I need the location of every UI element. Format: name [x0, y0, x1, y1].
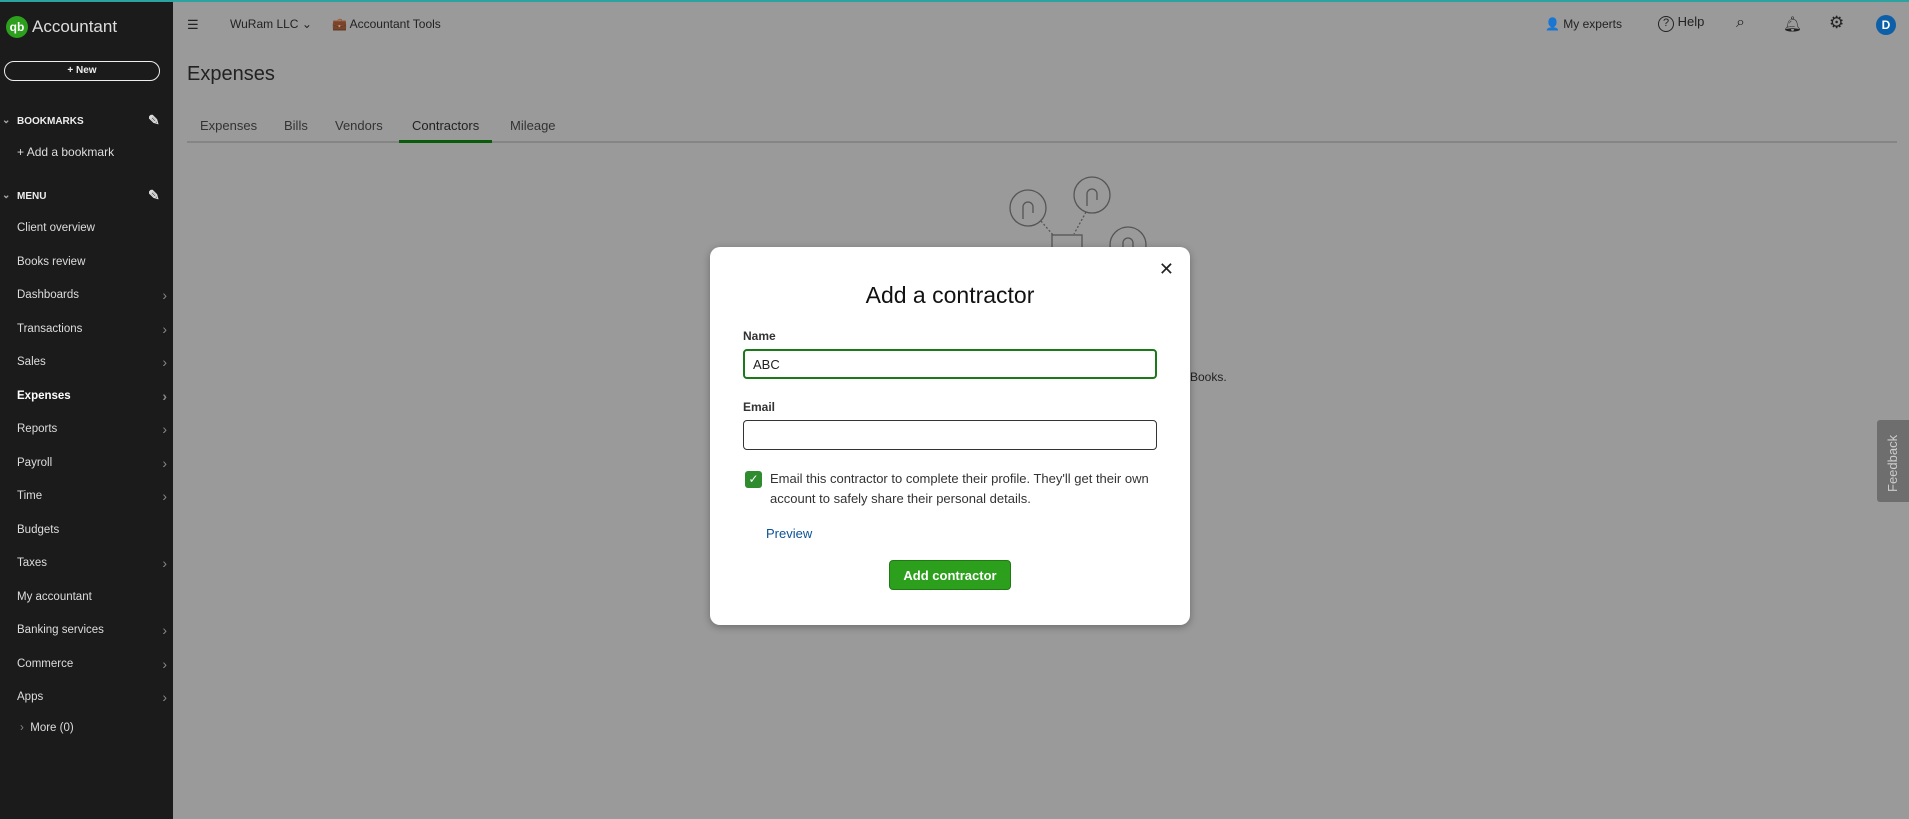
- sidebar-item-transactions[interactable]: Transactions ›: [17, 320, 167, 337]
- qb-logo-icon: qb: [6, 16, 28, 38]
- sidebar-item-sales[interactable]: Sales ›: [17, 354, 167, 370]
- add-contractor-dialog: ✕ Add a contractor Name Email ✓ Email th…: [710, 247, 1190, 625]
- sidebar-item-my-accountant[interactable]: My accountant: [17, 591, 167, 603]
- sidebar-item-banking-services[interactable]: Banking services ›: [17, 622, 167, 638]
- chevron-right-icon: ›: [162, 689, 167, 705]
- chevron-down-icon: ⌄: [2, 115, 11, 126]
- sidebar-item-taxes[interactable]: Taxes ›: [17, 555, 167, 571]
- pencil-icon[interactable]: ✎: [148, 187, 160, 204]
- chevron-down-icon: ⌄: [301, 17, 312, 31]
- top-bar: ☰ WuRam LLC ⌄ 💼 Accountant Tools 👤 My ex…: [173, 2, 1909, 50]
- pencil-icon[interactable]: ✎: [148, 112, 160, 129]
- feedback-tab[interactable]: Feedback: [1877, 420, 1909, 502]
- tab-bills[interactable]: Bills: [284, 118, 308, 133]
- chevron-right-icon: ›: [20, 722, 31, 734]
- help-button[interactable]: ? Help: [1658, 14, 1704, 32]
- add-bookmark[interactable]: + Add a bookmark: [17, 145, 114, 159]
- sidebar-item-label: My accountant: [17, 590, 92, 603]
- sidebar-item-time[interactable]: Time ›: [17, 488, 167, 504]
- chevron-right-icon: ›: [162, 320, 167, 337]
- sidebar-item-payroll[interactable]: Payroll ›: [17, 454, 167, 471]
- my-experts-label: My experts: [1563, 17, 1622, 31]
- app-logo[interactable]: qb Accountant: [6, 16, 117, 38]
- sidebar-item-commerce[interactable]: Commerce ›: [17, 655, 167, 672]
- tab-expenses[interactable]: Expenses: [200, 118, 257, 133]
- chevron-right-icon: ›: [162, 387, 167, 404]
- sidebar-item-label: Books review: [17, 255, 86, 268]
- empty-state-text: Books.: [1190, 370, 1227, 384]
- search-icon[interactable]: ⌕: [1736, 14, 1745, 32]
- accountant-tools-label: Accountant Tools: [349, 17, 441, 31]
- sidebar-item-apps[interactable]: Apps ›: [17, 689, 167, 705]
- add-bookmark-label: Add a bookmark: [26, 145, 115, 159]
- feedback-label: Feedback: [1885, 434, 1900, 492]
- briefcase-icon: 💼: [332, 17, 347, 31]
- tab-contractors[interactable]: Contractors: [399, 118, 493, 143]
- sidebar-item-label: Banking services: [17, 624, 104, 636]
- sidebar-item-label: Payroll: [17, 456, 53, 469]
- sidebar-item-label: Taxes: [17, 557, 48, 569]
- sidebar-item-more[interactable]: › More (0): [20, 722, 170, 734]
- preview-link[interactable]: Preview: [766, 526, 812, 541]
- sidebar-item-label: Commerce: [17, 657, 74, 670]
- bookmarks-label: BOOKMARKS: [17, 116, 84, 127]
- sidebar-item-reports[interactable]: Reports ›: [17, 421, 167, 437]
- company-switcher[interactable]: WuRam LLC ⌄: [230, 17, 312, 31]
- sidebar-item-label: Dashboards: [17, 289, 80, 301]
- sidebar-item-expenses[interactable]: Expenses ›: [17, 387, 167, 404]
- help-label: Help: [1677, 14, 1705, 29]
- checkmark-icon: ✓: [748, 472, 759, 486]
- app-name: Accountant: [32, 17, 118, 36]
- sidebar-item-label: Transactions: [17, 322, 83, 335]
- sidebar-item-label: Time: [17, 490, 43, 502]
- sidebar: qb Accountant + New ⌄ BOOKMARKS ✎ + Add …: [0, 2, 173, 819]
- chevron-right-icon: ›: [162, 555, 167, 571]
- sidebar-item-client-overview[interactable]: Client overview: [17, 222, 167, 234]
- dialog-title: Add a contractor: [865, 282, 1035, 308]
- collapse-menu-icon[interactable]: ☰: [187, 17, 199, 33]
- plus-icon: +: [17, 145, 27, 159]
- new-button[interactable]: + New: [4, 61, 160, 81]
- sidebar-item-books-review[interactable]: Books review: [17, 256, 167, 268]
- close-icon[interactable]: ✕: [1159, 259, 1174, 280]
- page-title: Expenses: [187, 63, 275, 85]
- chevron-down-icon: ⌄: [2, 190, 11, 201]
- checkbox-label: Email this contractor to complete their …: [770, 471, 1149, 506]
- email-input[interactable]: [743, 420, 1157, 450]
- accountant-tools-button[interactable]: 💼 Accountant Tools: [332, 17, 441, 31]
- sidebar-item-label: Apps: [17, 691, 44, 703]
- name-input[interactable]: [743, 349, 1157, 379]
- contractors-illustration: [1009, 176, 1147, 255]
- my-experts-button[interactable]: 👤 My experts: [1545, 17, 1622, 31]
- sidebar-item-label: Expenses: [17, 389, 71, 402]
- bell-icon[interactable]: 🔔︎: [1783, 15, 1802, 33]
- tab-bar: Expenses Bills Vendors Contractors Milea…: [187, 118, 1897, 143]
- sidebar-item-label: Reports: [17, 423, 58, 435]
- sidebar-item-label: Sales: [17, 356, 46, 368]
- gear-icon[interactable]: ⚙: [1829, 13, 1844, 33]
- tab-mileage[interactable]: Mileage: [510, 118, 556, 133]
- sidebar-item-label: Client overview: [17, 222, 95, 234]
- chevron-right-icon: ›: [162, 287, 167, 303]
- sidebar-item-budgets[interactable]: Budgets: [17, 524, 167, 536]
- person-icon: 👤: [1545, 17, 1560, 31]
- sidebar-item-label: Budgets: [17, 523, 60, 536]
- email-label: Email: [743, 400, 776, 414]
- help-icon: ?: [1658, 16, 1674, 32]
- menu-label: MENU: [17, 191, 47, 202]
- tab-vendors[interactable]: Vendors: [335, 118, 383, 133]
- chevron-right-icon: ›: [162, 354, 167, 370]
- add-contractor-button[interactable]: Add contractor: [889, 560, 1011, 590]
- chevron-right-icon: ›: [162, 454, 167, 471]
- chevron-right-icon: ›: [162, 421, 167, 437]
- name-label: Name: [743, 329, 776, 343]
- chevron-right-icon: ›: [162, 622, 167, 638]
- avatar[interactable]: D: [1876, 15, 1896, 35]
- company-name: WuRam LLC: [230, 17, 299, 31]
- chevron-right-icon: ›: [162, 655, 167, 672]
- more-label: More (0): [30, 722, 74, 734]
- email-contractor-checkbox[interactable]: ✓: [745, 471, 762, 488]
- chevron-right-icon: ›: [162, 488, 167, 504]
- sidebar-item-dashboards[interactable]: Dashboards ›: [17, 287, 167, 303]
